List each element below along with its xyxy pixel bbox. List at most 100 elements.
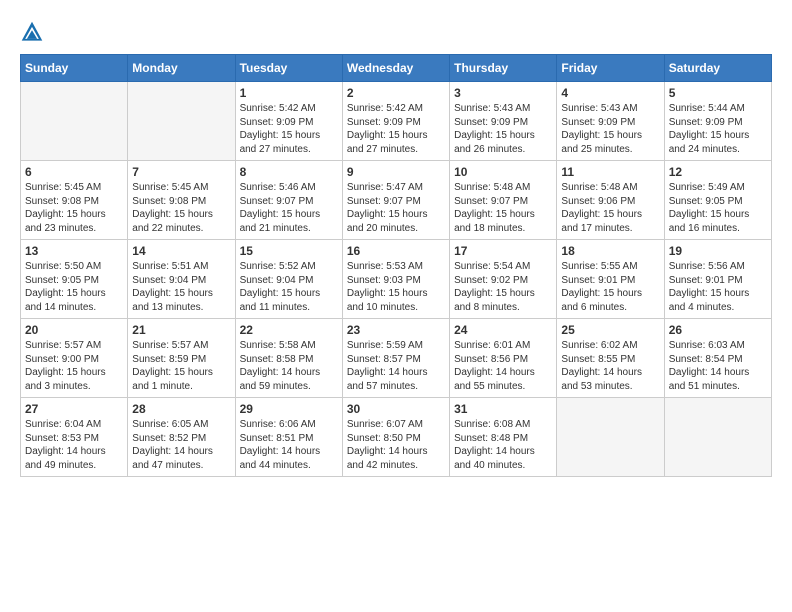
day-number: 5 (669, 86, 767, 100)
day-number: 18 (561, 244, 659, 258)
day-number: 1 (240, 86, 338, 100)
calendar-cell: 4 Sunrise: 5:43 AM Sunset: 9:09 PM Daylig… (557, 82, 664, 161)
day-info: Sunrise: 5:45 AM Sunset: 9:08 PM Dayligh… (132, 181, 230, 235)
calendar-cell: 16 Sunrise: 5:53 AM Sunset: 9:03 PM Dayli… (342, 240, 449, 319)
day-info: Sunrise: 5:57 AM Sunset: 9:00 PM Dayligh… (25, 339, 123, 393)
day-number: 13 (25, 244, 123, 258)
calendar-cell: 29 Sunrise: 6:06 AM Sunset: 8:51 PM Dayli… (235, 398, 342, 477)
calendar-week-row: 27 Sunrise: 6:04 AM Sunset: 8:53 PM Dayli… (21, 398, 772, 477)
day-number: 3 (454, 86, 552, 100)
calendar-cell: 28 Sunrise: 6:05 AM Sunset: 8:52 PM Dayli… (128, 398, 235, 477)
calendar-week-row: 13 Sunrise: 5:50 AM Sunset: 9:05 PM Dayli… (21, 240, 772, 319)
day-info: Sunrise: 6:01 AM Sunset: 8:56 PM Dayligh… (454, 339, 552, 393)
calendar-cell: 20 Sunrise: 5:57 AM Sunset: 9:00 PM Dayli… (21, 319, 128, 398)
day-info: Sunrise: 5:52 AM Sunset: 9:04 PM Dayligh… (240, 260, 338, 314)
column-header-tuesday: Tuesday (235, 55, 342, 82)
column-header-friday: Friday (557, 55, 664, 82)
calendar-cell: 27 Sunrise: 6:04 AM Sunset: 8:53 PM Dayli… (21, 398, 128, 477)
logo-icon (20, 20, 44, 44)
calendar-cell: 17Sunrise: 5:54 AM Sunset: 9:02 PM Dayli… (450, 240, 557, 319)
page-header (20, 20, 772, 44)
column-header-monday: Monday (128, 55, 235, 82)
day-number: 24 (454, 323, 552, 337)
day-number: 30 (347, 402, 445, 416)
day-number: 4 (561, 86, 659, 100)
day-info: Sunrise: 5:42 AM Sunset: 9:09 PM Dayligh… (240, 102, 338, 156)
day-info: Sunrise: 5:48 AM Sunset: 9:07 PM Dayligh… (454, 181, 552, 235)
day-info: Sunrise: 5:53 AM Sunset: 9:03 PM Dayligh… (347, 260, 445, 314)
calendar-cell: 2Sunrise: 5:42 AM Sunset: 9:09 PM Daylig… (342, 82, 449, 161)
day-number: 12 (669, 165, 767, 179)
calendar-cell: 26 Sunrise: 6:03 AM Sunset: 8:54 PM Dayli… (664, 319, 771, 398)
day-number: 16 (347, 244, 445, 258)
calendar-header-row: SundayMondayTuesdayWednesdayThursdayFrid… (21, 55, 772, 82)
calendar-cell: 23Sunrise: 5:59 AM Sunset: 8:57 PM Dayli… (342, 319, 449, 398)
day-info: Sunrise: 5:46 AM Sunset: 9:07 PM Dayligh… (240, 181, 338, 235)
day-info: Sunrise: 5:56 AM Sunset: 9:01 PM Dayligh… (669, 260, 767, 314)
day-info: Sunrise: 5:48 AM Sunset: 9:06 PM Dayligh… (561, 181, 659, 235)
calendar-cell (21, 82, 128, 161)
day-info: Sunrise: 6:08 AM Sunset: 8:48 PM Dayligh… (454, 418, 552, 472)
column-header-sunday: Sunday (21, 55, 128, 82)
day-number: 19 (669, 244, 767, 258)
calendar-cell: 22 Sunrise: 5:58 AM Sunset: 8:58 PM Dayli… (235, 319, 342, 398)
day-number: 27 (25, 402, 123, 416)
day-number: 6 (25, 165, 123, 179)
day-number: 29 (240, 402, 338, 416)
calendar-cell: 21 Sunrise: 5:57 AM Sunset: 8:59 PM Dayli… (128, 319, 235, 398)
calendar-cell: 11 Sunrise: 5:48 AM Sunset: 9:06 PM Dayli… (557, 161, 664, 240)
calendar-cell: 12 Sunrise: 5:49 AM Sunset: 9:05 PM Dayli… (664, 161, 771, 240)
day-number: 26 (669, 323, 767, 337)
calendar-week-row: 1 Sunrise: 5:42 AM Sunset: 9:09 PM Daylig… (21, 82, 772, 161)
calendar-cell: 15 Sunrise: 5:52 AM Sunset: 9:04 PM Dayli… (235, 240, 342, 319)
calendar-cell: 3 Sunrise: 5:43 AM Sunset: 9:09 PM Daylig… (450, 82, 557, 161)
day-number: 23 (347, 323, 445, 337)
logo (20, 20, 48, 44)
day-number: 15 (240, 244, 338, 258)
day-info: Sunrise: 5:45 AM Sunset: 9:08 PM Dayligh… (25, 181, 123, 235)
calendar-cell: 19 Sunrise: 5:56 AM Sunset: 9:01 PM Dayli… (664, 240, 771, 319)
calendar-table: SundayMondayTuesdayWednesdayThursdayFrid… (20, 54, 772, 477)
day-info: Sunrise: 5:57 AM Sunset: 8:59 PM Dayligh… (132, 339, 230, 393)
day-number: 28 (132, 402, 230, 416)
day-info: Sunrise: 5:58 AM Sunset: 8:58 PM Dayligh… (240, 339, 338, 393)
calendar-week-row: 20 Sunrise: 5:57 AM Sunset: 9:00 PM Dayli… (21, 319, 772, 398)
day-info: Sunrise: 5:43 AM Sunset: 9:09 PM Dayligh… (454, 102, 552, 156)
day-number: 7 (132, 165, 230, 179)
day-number: 10 (454, 165, 552, 179)
calendar-cell: 18 Sunrise: 5:55 AM Sunset: 9:01 PM Dayli… (557, 240, 664, 319)
calendar-cell (664, 398, 771, 477)
calendar-cell: 8Sunrise: 5:46 AM Sunset: 9:07 PM Daylig… (235, 161, 342, 240)
day-number: 17 (454, 244, 552, 258)
day-info: Sunrise: 6:02 AM Sunset: 8:55 PM Dayligh… (561, 339, 659, 393)
calendar-cell: 9Sunrise: 5:47 AM Sunset: 9:07 PM Daylig… (342, 161, 449, 240)
calendar-week-row: 6 Sunrise: 5:45 AM Sunset: 9:08 PM Daylig… (21, 161, 772, 240)
day-info: Sunrise: 5:49 AM Sunset: 9:05 PM Dayligh… (669, 181, 767, 235)
day-info: Sunrise: 6:04 AM Sunset: 8:53 PM Dayligh… (25, 418, 123, 472)
day-info: Sunrise: 6:07 AM Sunset: 8:50 PM Dayligh… (347, 418, 445, 472)
day-number: 11 (561, 165, 659, 179)
calendar-cell: 14Sunrise: 5:51 AM Sunset: 9:04 PM Dayli… (128, 240, 235, 319)
day-number: 2 (347, 86, 445, 100)
day-info: Sunrise: 5:50 AM Sunset: 9:05 PM Dayligh… (25, 260, 123, 314)
column-header-wednesday: Wednesday (342, 55, 449, 82)
day-info: Sunrise: 6:03 AM Sunset: 8:54 PM Dayligh… (669, 339, 767, 393)
day-number: 25 (561, 323, 659, 337)
day-info: Sunrise: 6:05 AM Sunset: 8:52 PM Dayligh… (132, 418, 230, 472)
calendar-cell: 13 Sunrise: 5:50 AM Sunset: 9:05 PM Dayli… (21, 240, 128, 319)
calendar-cell: 24 Sunrise: 6:01 AM Sunset: 8:56 PM Dayli… (450, 319, 557, 398)
calendar-cell: 7 Sunrise: 5:45 AM Sunset: 9:08 PM Daylig… (128, 161, 235, 240)
day-number: 9 (347, 165, 445, 179)
calendar-cell: 31Sunrise: 6:08 AM Sunset: 8:48 PM Dayli… (450, 398, 557, 477)
day-info: Sunrise: 5:55 AM Sunset: 9:01 PM Dayligh… (561, 260, 659, 314)
calendar-cell: 1 Sunrise: 5:42 AM Sunset: 9:09 PM Daylig… (235, 82, 342, 161)
day-info: Sunrise: 5:43 AM Sunset: 9:09 PM Dayligh… (561, 102, 659, 156)
column-header-saturday: Saturday (664, 55, 771, 82)
day-number: 21 (132, 323, 230, 337)
day-info: Sunrise: 6:06 AM Sunset: 8:51 PM Dayligh… (240, 418, 338, 472)
day-number: 22 (240, 323, 338, 337)
calendar-cell: 30 Sunrise: 6:07 AM Sunset: 8:50 PM Dayli… (342, 398, 449, 477)
day-number: 20 (25, 323, 123, 337)
calendar-cell: 6 Sunrise: 5:45 AM Sunset: 9:08 PM Daylig… (21, 161, 128, 240)
day-info: Sunrise: 5:44 AM Sunset: 9:09 PM Dayligh… (669, 102, 767, 156)
